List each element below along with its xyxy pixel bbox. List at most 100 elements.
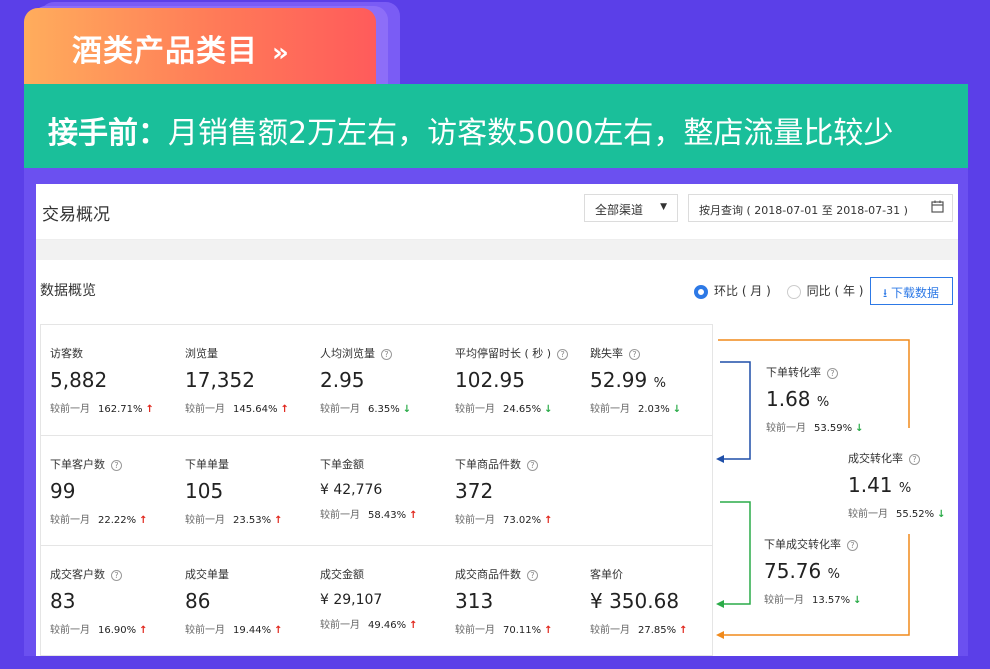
category-tab: 酒类产品类目 » xyxy=(24,8,376,86)
metric-change: 2.03% xyxy=(638,404,670,415)
funnel-blue-line xyxy=(720,361,751,460)
metric-value: 83 xyxy=(50,589,76,613)
funnel-order-rate-unit: % xyxy=(816,395,830,410)
metric-label: 人均浏览量 xyxy=(320,347,375,360)
radio-month-over-month[interactable]: 环比 ( 月 ) xyxy=(694,282,771,299)
arrow-up-icon: ↑ xyxy=(679,625,688,636)
metric-label: 平均停留时长 ( 秒 ) xyxy=(455,347,552,360)
category-tab-title: 酒类产品类目 xyxy=(72,34,258,69)
metric-change: 162.71% xyxy=(98,404,143,415)
arrow-down-icon: ↓ xyxy=(544,404,553,415)
metric-value: 99 xyxy=(50,479,76,503)
caret-down-icon: ▼ xyxy=(660,202,667,212)
metric-value: 5,882 xyxy=(50,368,108,392)
arrow-up-icon: ↑ xyxy=(139,515,148,526)
metric-card: 人均浏览量? 2.95 较前一月 6.35% ↓ xyxy=(320,345,450,415)
funnel-deal-rate-label: 成交转化率 xyxy=(848,452,903,465)
compare-label: 较前一月 xyxy=(590,625,630,636)
question-circle-icon[interactable]: ? xyxy=(557,348,569,360)
metric-label: 客单价 xyxy=(590,568,623,581)
metric-change: 58.43% xyxy=(368,510,407,521)
compare-label: 较前一月 xyxy=(320,620,360,631)
metric-card: 成交金额 ¥ 29,107 较前一月 49.46% ↑ xyxy=(320,566,450,631)
metric-change: 49.46% xyxy=(368,620,407,631)
double-chevron-right-icon: » xyxy=(272,38,290,68)
question-circle-icon[interactable]: ? xyxy=(527,459,538,471)
arrow-left-icon xyxy=(716,455,724,463)
question-circle-icon[interactable]: ? xyxy=(381,348,392,360)
arrow-left-icon xyxy=(716,600,724,608)
metric-card: 成交客户数? 83 较前一月 16.90% ↑ xyxy=(50,566,180,636)
toolbar: 交易概况 全部渠道 ▼ 按月查询 ( 2018-07-01 至 2018-07-… xyxy=(36,184,958,240)
page-title: 交易概况 xyxy=(42,205,110,225)
arrow-up-icon: ↑ xyxy=(145,404,154,415)
metric-card: 成交单量 86 较前一月 19.44% ↑ xyxy=(185,566,315,636)
metric-label: 访客数 xyxy=(50,347,83,360)
radio-yoy-label: 同比 ( 年 ) xyxy=(806,284,864,298)
metric-value: 313 xyxy=(455,589,494,613)
funnel-order-deal-rate-change: 13.57% xyxy=(812,595,851,606)
metric-card: 成交商品件数? 313 较前一月 70.11% ↑ xyxy=(455,566,585,636)
question-circle-icon[interactable]: ? xyxy=(629,348,640,360)
date-range-picker[interactable]: 按月查询 ( 2018-07-01 至 2018-07-31 ) xyxy=(688,194,953,222)
compare-label: 较前一月 xyxy=(50,515,90,526)
metric-value: 17,352 xyxy=(185,368,255,392)
metric-change: 22.22% xyxy=(98,515,137,526)
metric-label: 成交商品件数 xyxy=(455,568,521,581)
question-circle-icon[interactable]: ? xyxy=(111,569,122,581)
compare-label: 较前一月 xyxy=(455,404,495,415)
metric-card: 下单商品件数? 372 较前一月 73.02% ↑ xyxy=(455,456,585,526)
arrow-up-icon: ↑ xyxy=(409,510,418,521)
radio-unchecked-icon[interactable] xyxy=(786,284,801,299)
metric-label: 下单金额 xyxy=(320,458,364,471)
compare-label: 较前一月 xyxy=(764,595,804,606)
metrics-row-orders: 下单客户数? 99 较前一月 22.22% ↑ 下单单量 105 较前一月 23.53% ↑ 下单金… xyxy=(41,435,712,547)
arrow-down-icon: ↓ xyxy=(672,404,682,415)
radio-checked-icon[interactable] xyxy=(694,284,708,299)
channel-select[interactable]: 全部渠道 ▼ xyxy=(584,194,678,222)
metric-change: 73.02% xyxy=(503,515,542,526)
metric-change: 16.90% xyxy=(98,625,137,636)
question-circle-icon[interactable]: ? xyxy=(527,569,538,581)
metric-card: 访客数 5,882 较前一月 162.71% ↑ xyxy=(50,345,180,415)
calendar-icon[interactable] xyxy=(931,200,944,217)
trade-overview-card: 交易概况 全部渠道 ▼ 按月查询 ( 2018-07-01 至 2018-07-… xyxy=(36,184,958,656)
metric-card: 下单客户数? 99 较前一月 22.22% ↑ xyxy=(50,456,180,526)
radio-year-over-year[interactable]: 同比 ( 年 ) xyxy=(786,282,864,299)
funnel-order-rate-change: 53.59% xyxy=(814,423,853,434)
arrow-down-icon: ↓ xyxy=(853,595,862,606)
question-circle-icon[interactable]: ? xyxy=(847,539,858,551)
download-button-label: 下载数据 xyxy=(891,286,940,300)
funnel-order-deal-rate: 下单成交转化率? 75.76 % 较前一月 13.57% ↓ xyxy=(764,536,904,606)
banner-text: 月销售额2万左右，访客数5000左右，整店流量比较少 xyxy=(168,116,894,151)
question-circle-icon[interactable]: ? xyxy=(111,459,122,471)
funnel-order-deal-rate-unit: % xyxy=(827,567,840,582)
funnel-order-deal-rate-label: 下单成交转化率 xyxy=(764,538,841,551)
arrow-left-icon xyxy=(716,631,724,639)
download-data-button[interactable]: ⭳ 下载数据 xyxy=(870,277,953,305)
metric-change: 27.85% xyxy=(638,625,677,636)
compare-label: 较前一月 xyxy=(320,510,360,521)
metric-label: 成交金额 xyxy=(320,568,364,581)
metric-label: 下单商品件数 xyxy=(455,458,521,471)
funnel-deal-rate-unit: % xyxy=(898,481,912,496)
divider-strip xyxy=(36,240,958,260)
metrics-row-deals: 成交客户数? 83 较前一月 16.90% ↑ 成交单量 86 较前一月 19.44% ↑ 成交金额… xyxy=(41,545,712,657)
metrics-grid: 访客数 5,882 较前一月 162.71% ↑ 浏览量 17,352 较前一月 145.64%… xyxy=(40,324,713,656)
metric-label: 浏览量 xyxy=(185,347,218,360)
metric-value: 105 xyxy=(185,479,224,503)
arrow-up-icon: ↑ xyxy=(280,404,289,415)
compare-label: 较前一月 xyxy=(455,515,495,526)
funnel-order-rate: 下单转化率? 1.68 % 较前一月 53.59% ↓ xyxy=(766,364,906,434)
metric-card: 客单价 ¥ 350.68 较前一月 27.85% ↑ xyxy=(590,566,720,636)
metric-change: 6.35% xyxy=(368,404,400,415)
metric-value: ¥ 29,107 xyxy=(320,592,383,608)
funnel-deal-rate: 成交转化率? 1.41 % 较前一月 55.52% ↓ xyxy=(848,450,988,520)
date-range-value: 按月查询 ( 2018-07-01 至 2018-07-31 ) xyxy=(699,204,908,217)
compare-label: 较前一月 xyxy=(185,515,225,526)
compare-label: 较前一月 xyxy=(50,404,90,415)
metric-label: 下单客户数 xyxy=(50,458,105,471)
question-circle-icon[interactable]: ? xyxy=(909,453,920,465)
metric-label: 成交客户数 xyxy=(50,568,105,581)
question-circle-icon[interactable]: ? xyxy=(827,367,838,379)
